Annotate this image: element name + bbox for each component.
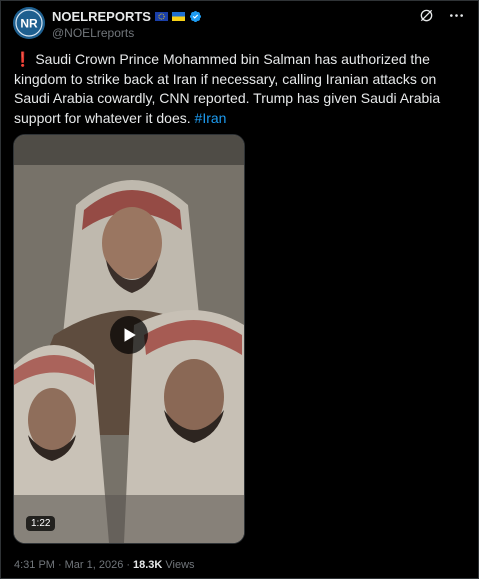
hashtag-link[interactable]: #Iran xyxy=(195,110,227,126)
meta-separator: · xyxy=(57,559,62,571)
author-name-row: NOELREPORTS xyxy=(52,8,202,24)
play-button[interactable] xyxy=(110,316,148,354)
views-label: Views xyxy=(165,559,195,571)
author-handle[interactable]: @NOELreports xyxy=(52,26,134,40)
ukraine-flag-icon xyxy=(171,11,185,21)
verified-badge-icon xyxy=(189,10,202,22)
tweet-body: Saudi Crown Prince Mohammed bin Salman h… xyxy=(14,51,441,126)
play-icon xyxy=(124,328,136,342)
video-duration: 1:22 xyxy=(26,516,56,531)
avatar[interactable]: NR xyxy=(13,7,45,39)
video-player[interactable]: 1:22 xyxy=(13,134,245,544)
tweet-date[interactable]: Mar 1, 2026 xyxy=(65,559,124,571)
tweet-text: ❗ Saudi Crown Prince Mohammed bin Salman… xyxy=(14,50,454,128)
avatar-text: NR xyxy=(20,17,38,31)
alert-emoji-icon: ❗ xyxy=(14,51,32,67)
tweet-meta: 4:31 PM · Mar 1, 2026 · 18.3K Views xyxy=(14,559,195,571)
more-icon[interactable] xyxy=(448,7,464,23)
views-count[interactable]: 18.3K xyxy=(133,559,162,571)
grok-icon[interactable] xyxy=(418,7,434,23)
meta-separator-2: · xyxy=(126,559,131,571)
tweet-time[interactable]: 4:31 PM xyxy=(14,559,55,571)
display-name[interactable]: NOELREPORTS xyxy=(52,9,151,24)
eu-flag-icon xyxy=(154,11,168,21)
tweet-card[interactable]: NR NOELREPORTS @NOELreports ❗ Saudi Crow… xyxy=(0,0,479,579)
avatar-logo-icon: NR xyxy=(13,7,45,39)
top-actions xyxy=(418,7,464,23)
